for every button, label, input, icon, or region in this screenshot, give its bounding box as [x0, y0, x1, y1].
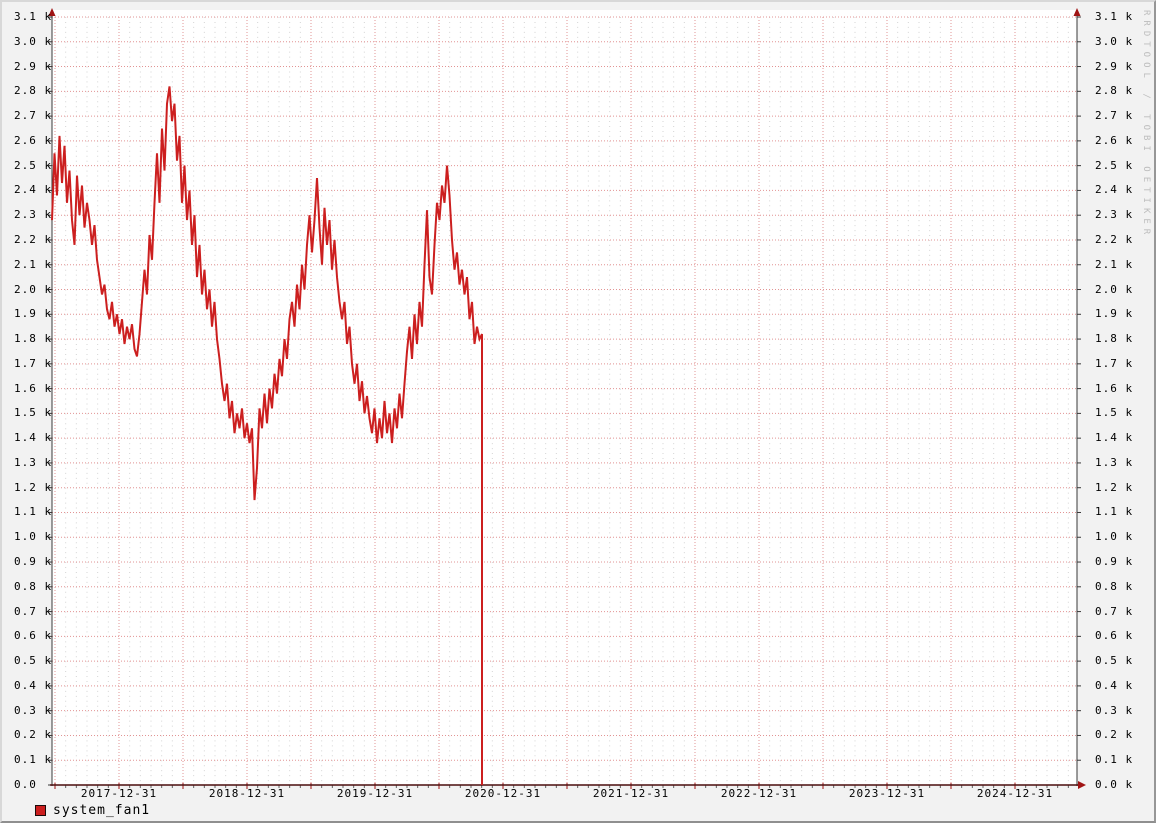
x-axis-label: 2021-12-31: [566, 788, 696, 800]
y-axis-label-right: 1.7 k: [1095, 358, 1133, 370]
y-axis-label-left: 2.5 k: [14, 160, 52, 172]
y-axis-label-right: 2.5 k: [1095, 160, 1133, 172]
y-axis-label-right: 1.6 k: [1095, 383, 1133, 395]
y-axis-label-right: 2.1 k: [1095, 259, 1133, 271]
y-axis-label-right: 2.6 k: [1095, 135, 1133, 147]
chart-canvas: [2, 2, 1156, 823]
y-axis-label-right: 0.9 k: [1095, 556, 1133, 568]
legend-color-swatch-icon: [35, 805, 46, 816]
y-axis-label-left: 0.2 k: [14, 729, 52, 741]
y-axis-label-left: 1.9 k: [14, 308, 52, 320]
y-axis-label-left: 1.0 k: [14, 531, 52, 543]
y-axis-label-right: 2.2 k: [1095, 234, 1133, 246]
y-axis-label-right: 2.3 k: [1095, 209, 1133, 221]
plot-area: [52, 10, 1077, 785]
y-axis-label-left: 0.9 k: [14, 556, 52, 568]
y-axis-label-left: 0.6 k: [14, 630, 52, 642]
y-axis-label-left: 3.1 k: [14, 11, 52, 23]
y-axis-label-left: 1.2 k: [14, 482, 52, 494]
y-axis-label-left: 2.3 k: [14, 209, 52, 221]
legend: system_fan1: [35, 803, 150, 818]
y-axis-label-right: 1.5 k: [1095, 407, 1133, 419]
y-axis-label-right: 0.2 k: [1095, 729, 1133, 741]
y-axis-label-right: 2.8 k: [1095, 85, 1133, 97]
y-axis-label-left: 1.5 k: [14, 407, 52, 419]
y-axis-label-left: 2.0 k: [14, 284, 52, 296]
y-axis-label-left: 1.3 k: [14, 457, 52, 469]
y-axis-label-right: 1.4 k: [1095, 432, 1133, 444]
rrdtool-graph: 3.1 k 3.0 k 2.9 k 2.8 k 2.7 k 2.6 k 2.5 k 2.4 k…: [0, 0, 1156, 823]
y-axis-label-right: 2.7 k: [1095, 110, 1133, 122]
y-axis-label-right: 2.0 k: [1095, 284, 1133, 296]
legend-series-label: system_fan1: [53, 803, 150, 818]
y-axis-label-right: 2.9 k: [1095, 61, 1133, 73]
y-axis-label-right: 0.7 k: [1095, 606, 1133, 618]
y-axis-label-left: 2.9 k: [14, 61, 52, 73]
y-axis-label-right: 1.2 k: [1095, 482, 1133, 494]
x-axis-label: 2024-12-31: [950, 788, 1080, 800]
y-axis-label-right: 0.3 k: [1095, 705, 1133, 717]
y-axis-label-right: 0.1 k: [1095, 754, 1133, 766]
y-axis-label-left: 2.8 k: [14, 85, 52, 97]
x-axis-label: 2023-12-31: [822, 788, 952, 800]
y-axis-label-left: 2.7 k: [14, 110, 52, 122]
y-axis-label-right: 0.6 k: [1095, 630, 1133, 642]
y-axis-label-right: 2.4 k: [1095, 184, 1133, 196]
y-axis-label-right: 0.5 k: [1095, 655, 1133, 667]
y-axis-label-right: 1.3 k: [1095, 457, 1133, 469]
x-axis-label: 2017-12-31: [54, 788, 184, 800]
y-axis-label-left: 3.0 k: [14, 36, 52, 48]
y-axis-label-left: 1.1 k: [14, 506, 52, 518]
y-axis-label-left: 2.4 k: [14, 184, 52, 196]
y-axis-label-left: 2.1 k: [14, 259, 52, 271]
y-axis-label-left: 2.2 k: [14, 234, 52, 246]
y-axis-label-right: 0.4 k: [1095, 680, 1133, 692]
y-axis-label-left: 0.4 k: [14, 680, 52, 692]
y-axis-label-left: 1.6 k: [14, 383, 52, 395]
rrdtool-watermark: RRDTOOL / TOBI OETIKER: [1141, 10, 1151, 239]
x-axis-label: 2018-12-31: [182, 788, 312, 800]
y-axis-label-left: 0.0: [14, 779, 37, 791]
y-axis-label-left: 0.1 k: [14, 754, 52, 766]
y-axis-label-right: 1.1 k: [1095, 506, 1133, 518]
y-axis-label-right: 3.1 k: [1095, 11, 1133, 23]
x-axis-label: 2019-12-31: [310, 788, 440, 800]
y-axis-label-right: 1.0 k: [1095, 531, 1133, 543]
y-axis-label-left: 0.8 k: [14, 581, 52, 593]
y-axis-label-left: 1.8 k: [14, 333, 52, 345]
x-axis-label: 2020-12-31: [438, 788, 568, 800]
y-axis-label-left: 2.6 k: [14, 135, 52, 147]
x-axis-label: 2022-12-31: [694, 788, 824, 800]
y-axis-label-right: 1.9 k: [1095, 308, 1133, 320]
y-axis-label-left: 0.5 k: [14, 655, 52, 667]
y-axis-label-left: 0.3 k: [14, 705, 52, 717]
y-axis-label-right: 1.8 k: [1095, 333, 1133, 345]
y-axis-label-right: 0.0 k: [1095, 779, 1133, 791]
y-axis-label-left: 1.7 k: [14, 358, 52, 370]
y-axis-label-right: 3.0 k: [1095, 36, 1133, 48]
y-axis-label-left: 1.4 k: [14, 432, 52, 444]
y-axis-label-right: 0.8 k: [1095, 581, 1133, 593]
y-axis-label-left: 0.7 k: [14, 606, 52, 618]
